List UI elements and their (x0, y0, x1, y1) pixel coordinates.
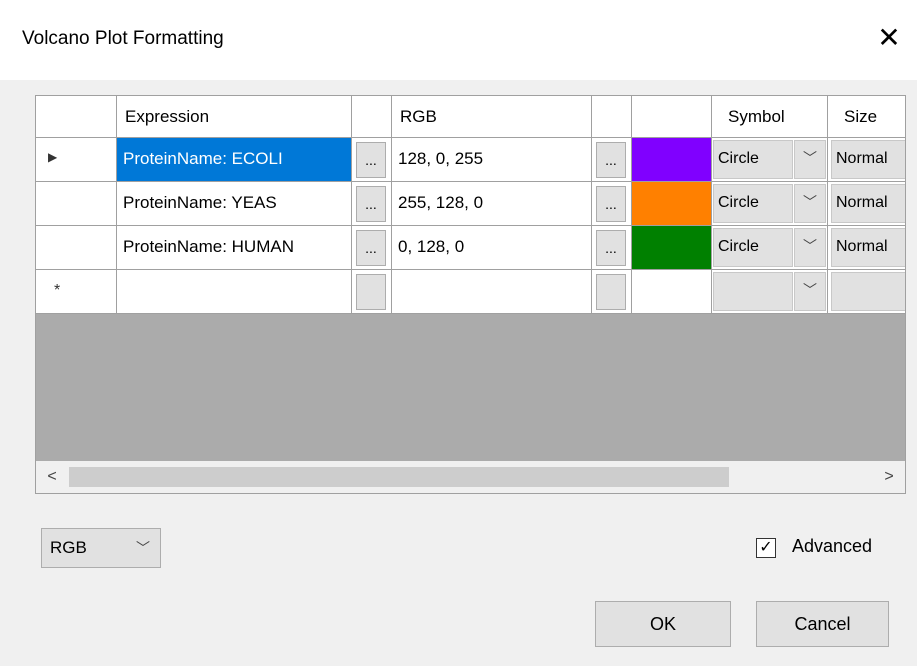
row-header[interactable] (36, 182, 117, 226)
new-rgb-button[interactable] (596, 274, 626, 310)
expression-button-cell: ... (352, 182, 392, 226)
chevron-down-icon[interactable]: ﹀ (794, 184, 826, 223)
expression-ellipsis-button[interactable]: ... (356, 186, 386, 222)
new-rgb-cell[interactable] (392, 270, 592, 314)
expression-button-cell: ... (352, 138, 392, 182)
ok-button[interactable]: OK (595, 601, 731, 647)
symbol-combo[interactable]: Circle (713, 140, 793, 179)
size-combo[interactable]: Normal (831, 184, 905, 223)
expression-cell[interactable]: ProteinName: ECOLI (117, 138, 352, 182)
color-swatch (632, 226, 711, 269)
color-cell[interactable] (632, 182, 712, 226)
cancel-button[interactable]: Cancel (756, 601, 889, 647)
rgb-ellipsis-button[interactable]: ... (596, 186, 626, 222)
color-mode-value: RGB (50, 538, 87, 557)
new-color-cell[interactable] (632, 270, 712, 314)
expression-ellipsis-button[interactable]: ... (356, 230, 386, 266)
new-size-cell[interactable] (828, 270, 905, 314)
rgb-button-cell: ... (592, 226, 632, 270)
color-swatch (632, 182, 711, 225)
expression-button-cell: ... (352, 226, 392, 270)
expression-ellipsis-button[interactable]: ... (356, 142, 386, 178)
rgb-button-cell (592, 270, 632, 314)
current-row-icon: ▶ (48, 150, 58, 164)
new-symbol-cell[interactable]: ﹀ (712, 270, 828, 314)
advanced-label[interactable]: Advanced (792, 536, 872, 557)
new-size-combo[interactable] (831, 272, 905, 311)
rgb-ellipsis-button[interactable]: ... (596, 142, 626, 178)
advanced-checkbox[interactable]: ✓ (756, 538, 776, 558)
rgb-cell[interactable]: 0, 128, 0 (392, 226, 592, 270)
size-cell[interactable]: Normal (828, 182, 905, 226)
symbol-combo[interactable]: Circle (713, 184, 793, 223)
close-icon[interactable]: ✕ (869, 18, 909, 58)
size-cell[interactable]: Normal (828, 138, 905, 182)
new-expression-button[interactable] (356, 274, 386, 310)
size-cell[interactable]: Normal (828, 226, 905, 270)
header-expression-button-col (352, 96, 392, 138)
new-expression-cell[interactable] (117, 270, 352, 314)
header-expression[interactable]: Expression (117, 96, 352, 138)
header-corner (36, 96, 117, 138)
rgb-cell[interactable]: 255, 128, 0 (392, 182, 592, 226)
size-combo[interactable]: Normal (831, 228, 905, 267)
expression-cell[interactable]: ProteinName: YEAS (117, 182, 352, 226)
scrollbar-thumb[interactable] (69, 467, 729, 487)
chevron-down-icon[interactable]: ﹀ (794, 228, 826, 267)
expression-button-cell (352, 270, 392, 314)
header-size[interactable]: Size (828, 96, 905, 138)
horizontal-scrollbar[interactable]: < > (36, 461, 905, 493)
header-symbol[interactable]: Symbol (712, 96, 828, 138)
chevron-down-icon[interactable]: ﹀ (794, 272, 826, 311)
header-rgb[interactable]: RGB (392, 96, 592, 138)
rgb-ellipsis-button[interactable]: ... (596, 230, 626, 266)
size-combo[interactable]: Normal (831, 140, 905, 179)
scroll-right-icon[interactable]: > (873, 461, 905, 493)
format-grid[interactable]: Expression RGB Symbol Size ▶ ProteinName… (35, 95, 906, 494)
symbol-cell[interactable]: Circle ﹀ (712, 226, 828, 270)
rgb-button-cell: ... (592, 182, 632, 226)
symbol-cell[interactable]: Circle ﹀ (712, 182, 828, 226)
row-header[interactable] (36, 226, 117, 270)
color-mode-select[interactable]: RGB ﹀ (41, 528, 161, 568)
color-swatch (632, 138, 711, 181)
chevron-down-icon[interactable]: ﹀ (794, 140, 826, 179)
color-cell[interactable] (632, 138, 712, 182)
header-color-col (632, 96, 712, 138)
rgb-cell[interactable]: 128, 0, 255 (392, 138, 592, 182)
scroll-left-icon[interactable]: < (36, 461, 68, 493)
row-header[interactable]: ▶ (36, 138, 117, 182)
expression-cell[interactable]: ProteinName: HUMAN (117, 226, 352, 270)
window-title: Volcano Plot Formatting (22, 28, 224, 49)
rgb-button-cell: ... (592, 138, 632, 182)
chevron-down-icon: ﹀ (136, 540, 150, 556)
new-symbol-combo[interactable] (713, 272, 793, 311)
symbol-combo[interactable]: Circle (713, 228, 793, 267)
title-bar: Volcano Plot Formatting ✕ (0, 0, 917, 80)
color-cell[interactable] (632, 226, 712, 270)
header-rgb-button-col (592, 96, 632, 138)
symbol-cell[interactable]: Circle ﹀ (712, 138, 828, 182)
new-row-header[interactable]: * (36, 270, 117, 314)
new-row-icon: * (54, 282, 61, 299)
